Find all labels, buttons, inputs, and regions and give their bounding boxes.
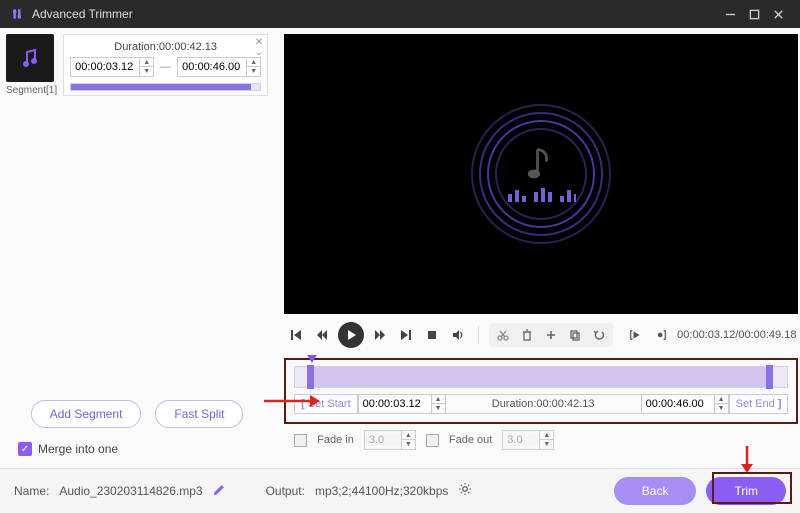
undo-button[interactable]: [589, 325, 609, 345]
playhead-icon[interactable]: [307, 355, 317, 363]
segment-start-input[interactable]: [71, 61, 139, 73]
chevron-down-icon[interactable]: ▼: [432, 404, 445, 413]
bracket-out-button[interactable]: [651, 325, 671, 345]
set-start-button[interactable]: [Set Start: [294, 394, 357, 414]
timeline-end-spinner[interactable]: ▲▼: [641, 394, 729, 414]
name-value: Audio_230203114826.mp3: [59, 484, 202, 498]
chevron-down-icon[interactable]: ▼: [140, 67, 153, 76]
output-value: mp3;2;44100Hz;320kbps: [315, 484, 448, 498]
segment-duration-box: ✕ ⌄ Duration:00:00:42.13 ▲▼ — ▲▼: [63, 34, 268, 96]
forward-button[interactable]: [370, 325, 390, 345]
cut-button[interactable]: [493, 325, 513, 345]
output-label: Output:: [266, 484, 305, 498]
player-controls: 00:00:03.12/00:00:49.18: [274, 314, 800, 356]
chevron-down-icon[interactable]: ▼: [715, 404, 728, 413]
edit-name-icon[interactable]: [213, 483, 226, 499]
merge-label: Merge into one: [38, 442, 118, 456]
fade-in-input[interactable]: [365, 434, 401, 446]
segment-duration-label: Duration:00:00:42.13: [70, 41, 261, 53]
trim-handle-right[interactable]: [766, 365, 773, 389]
fade-out-input[interactable]: [503, 434, 539, 446]
skip-start-button[interactable]: [286, 325, 306, 345]
app-logo-icon: [10, 7, 24, 21]
segment-close-icon[interactable]: ✕: [255, 39, 263, 47]
chevron-down-icon[interactable]: ▼: [540, 440, 553, 449]
play-button[interactable]: [338, 322, 364, 348]
timeline-start-input[interactable]: [359, 398, 431, 410]
chevron-down-icon[interactable]: ▼: [402, 440, 415, 449]
chevron-up-icon[interactable]: ▲: [715, 395, 728, 404]
trim-handle-left[interactable]: [307, 365, 314, 389]
chevron-up-icon[interactable]: ▲: [540, 431, 553, 440]
minimize-button[interactable]: [718, 2, 742, 26]
trim-button[interactable]: Trim: [706, 477, 786, 505]
name-label: Name:: [14, 484, 49, 498]
chevron-up-icon[interactable]: ▲: [402, 431, 415, 440]
fade-in-spinner[interactable]: ▲▼: [364, 430, 416, 450]
timeline-end-input[interactable]: [642, 398, 714, 410]
timeline-start-spinner[interactable]: ▲▼: [358, 394, 446, 414]
segment-collapse-icon[interactable]: ⌄: [255, 49, 263, 57]
fade-row: Fade in ▲▼ Fade out ▲▼: [274, 426, 800, 454]
fast-split-button[interactable]: Fast Split: [155, 400, 243, 428]
chevron-up-icon[interactable]: ▲: [432, 395, 445, 404]
fade-out-spinner[interactable]: ▲▼: [502, 430, 554, 450]
fade-out-checkbox[interactable]: [426, 434, 439, 447]
stop-button[interactable]: [422, 325, 442, 345]
fade-in-label: Fade in: [317, 434, 354, 446]
copy-button[interactable]: [565, 325, 585, 345]
segment-label: Segment[1]: [6, 85, 57, 96]
fade-out-label: Fade out: [449, 434, 492, 446]
footer-bar: Name: Audio_230203114826.mp3 Output: mp3…: [0, 468, 800, 512]
timeline-panel: [Set Start ▲▼ Duration:00:00:42.13 ▲▼ Se…: [284, 358, 798, 424]
add-marker-button[interactable]: [541, 325, 561, 345]
fade-in-checkbox[interactable]: [294, 434, 307, 447]
segment-end-spinner[interactable]: ▲▼: [177, 57, 261, 77]
delete-button[interactable]: [517, 325, 537, 345]
output-settings-icon[interactable]: [458, 482, 472, 499]
segment-thumbnail[interactable]: [6, 34, 54, 82]
back-button[interactable]: Back: [614, 477, 697, 505]
merge-checkbox[interactable]: ✓: [18, 442, 32, 456]
segment-start-spinner[interactable]: ▲▼: [70, 57, 154, 77]
segment-mini-track[interactable]: [70, 83, 261, 91]
range-dash: —: [160, 61, 171, 73]
preview-area: [284, 34, 798, 314]
set-end-button[interactable]: Set End]: [729, 394, 789, 414]
chevron-down-icon[interactable]: ▼: [247, 67, 260, 76]
close-button[interactable]: [766, 2, 790, 26]
volume-button[interactable]: [448, 325, 468, 345]
titlebar: Advanced Trimmer: [0, 0, 800, 28]
add-segment-button[interactable]: Add Segment: [31, 400, 142, 428]
audio-artwork-icon: [471, 104, 611, 244]
chevron-up-icon[interactable]: ▲: [247, 58, 260, 67]
skip-end-button[interactable]: [396, 325, 416, 345]
segment-end-input[interactable]: [178, 61, 246, 73]
timeline-duration-label: Duration:00:00:42.13: [446, 394, 641, 414]
rewind-button[interactable]: [312, 325, 332, 345]
chevron-up-icon[interactable]: ▲: [140, 58, 153, 67]
segments-panel: Segment[1] ✕ ⌄ Duration:00:00:42.13 ▲▼ —: [0, 28, 274, 468]
maximize-button[interactable]: [742, 2, 766, 26]
window-title: Advanced Trimmer: [32, 7, 133, 21]
timeline-track[interactable]: [294, 366, 788, 388]
timecode-label: 00:00:03.12/00:00:49.18: [677, 329, 796, 341]
bracket-in-button[interactable]: [625, 325, 645, 345]
